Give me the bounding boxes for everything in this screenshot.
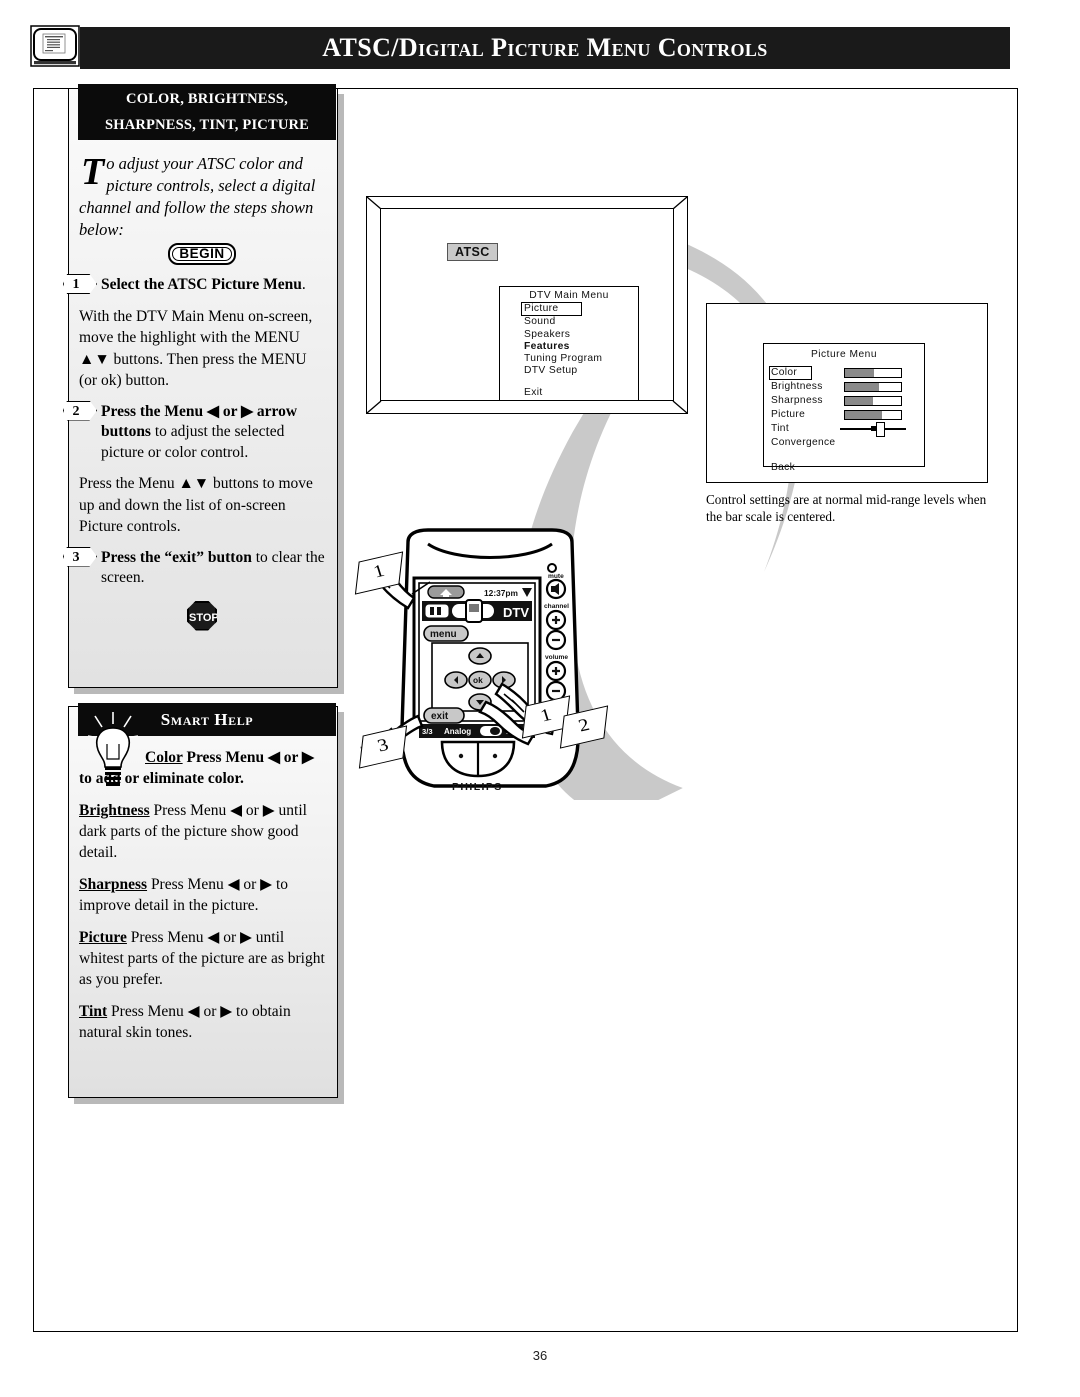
dtv-menu-item-sound[interactable]: Sound bbox=[524, 316, 638, 328]
picture-menu-label-picture: Picture bbox=[771, 409, 806, 420]
tv-screen: ATSC DTV Main Menu Picture Sound Speaker… bbox=[380, 208, 674, 401]
step-2-paragraph: Press the Menu ▲▼ buttons to move up and… bbox=[79, 475, 313, 535]
picture-menu-row-picture[interactable]: Picture bbox=[764, 408, 924, 422]
picture-menu-row-color[interactable]: Color bbox=[764, 366, 924, 380]
begin-badge-row: BEGIN bbox=[79, 243, 325, 265]
procedure-step-1: 1 Select the ATSC Picture Menu. With the… bbox=[63, 274, 325, 392]
picture-menu-row-tint[interactable]: Tint bbox=[764, 422, 924, 437]
remote-lcd-page: 3/3 bbox=[422, 727, 433, 736]
stop-badge: STOP bbox=[187, 600, 217, 631]
stop-badge-row: STOP bbox=[79, 600, 325, 631]
picture-menu-row-convergence[interactable]: Convergence bbox=[764, 436, 924, 450]
step-1-paragraph: With the DTV Main Menu on-screen, move t… bbox=[79, 307, 313, 390]
remote-ok-label: ok bbox=[473, 675, 483, 685]
begin-badge: BEGIN bbox=[168, 243, 236, 265]
help-term-brightness: Brightness bbox=[79, 802, 150, 819]
manual-page: ATSC/Digital Picture Menu Controls To ad… bbox=[0, 0, 1080, 1397]
remote-lcd-time: 12:37pm bbox=[484, 588, 518, 598]
step-1-rest: . bbox=[301, 276, 306, 293]
procedure-heading: COLOR, BRIGHTNESS, SHARPNESS, TINT, PICT… bbox=[78, 84, 336, 140]
procedure-step-2: 2 Press the Menu ◀ or ▶ arrow buttons to… bbox=[63, 400, 325, 538]
procedure-intro-text: o adjust your ATSC color and picture con… bbox=[79, 154, 316, 239]
remote-menu-label: menu bbox=[430, 629, 457, 640]
procedure-step-3: 3 Press the “exit” button to clear the s… bbox=[63, 546, 325, 589]
page-number: 36 bbox=[532, 1348, 548, 1363]
picture-menu-title: Picture Menu bbox=[810, 349, 878, 360]
smart-help-item-picture: Picture Press Menu ◀ or ▶ until whitest … bbox=[79, 927, 327, 990]
picture-menu-label-convergence: Convergence bbox=[771, 437, 836, 448]
picture-menu-panel: Picture Menu Color Brightness Sharpness … bbox=[706, 303, 988, 483]
picture-menu: Picture Menu Color Brightness Sharpness … bbox=[763, 343, 925, 473]
page-header: ATSC/Digital Picture Menu Controls bbox=[80, 27, 1014, 73]
step-1-bold: Select the ATSC Picture Menu bbox=[101, 276, 302, 293]
picture-menu-row-sharpness[interactable]: Sharpness bbox=[764, 394, 924, 408]
procedure-box: To adjust your ATSC color and picture co… bbox=[63, 88, 338, 688]
help-term-tint: Tint bbox=[79, 1003, 108, 1020]
procedure-heading-line2: SHARPNESS, TINT, PICTURE bbox=[104, 117, 310, 133]
help-text-tint: Press Menu ◀ or ▶ to obtain natural skin… bbox=[79, 1003, 291, 1041]
help-term-sharpness: Sharpness bbox=[79, 876, 148, 893]
step-text-2: Press the Menu ◀ or ▶ arrow buttons to a… bbox=[79, 402, 325, 464]
remote-volume-label: volume bbox=[545, 654, 568, 661]
dtv-main-menu: DTV Main Menu Picture Sound Speakers Fea… bbox=[499, 286, 639, 401]
remote-lcd-analog: Analog bbox=[444, 727, 471, 736]
smart-help-item-brightness: Brightness Press Menu ◀ or ▶ until dark … bbox=[79, 800, 327, 863]
tint-slider-knob[interactable] bbox=[876, 422, 885, 437]
dtv-menu-item-exit[interactable]: Exit bbox=[500, 378, 638, 398]
drop-cap: T bbox=[81, 151, 105, 193]
procedure-heading-line1: COLOR, BRIGHTNESS, bbox=[126, 91, 288, 107]
help-term-color: Color bbox=[145, 749, 183, 766]
step-text-1: Select the ATSC Picture Menu. bbox=[79, 275, 325, 296]
smart-help-item-tint: Tint Press Menu ◀ or ▶ to obtain natural… bbox=[79, 1001, 327, 1043]
tv-menu-icon bbox=[30, 25, 80, 67]
dtv-menu-item-features[interactable]: Features bbox=[524, 341, 638, 353]
dtv-menu-item-tuning-program[interactable]: Tuning Program bbox=[524, 353, 638, 365]
dtv-menu-item-dtv-setup[interactable]: DTV Setup bbox=[524, 365, 638, 377]
picture-menu-caption: Control settings are at normal mid-range… bbox=[706, 492, 987, 524]
picture-menu-label-brightness: Brightness bbox=[771, 381, 823, 392]
step-text-3: Press the “exit” button to clear the scr… bbox=[79, 548, 325, 589]
help-term-picture: Picture bbox=[79, 929, 127, 946]
remote-exit-label: exit bbox=[431, 711, 449, 722]
remote-led bbox=[547, 563, 557, 573]
picture-menu-label-tint: Tint bbox=[771, 423, 790, 434]
procedure-intro: To adjust your ATSC color and picture co… bbox=[79, 153, 325, 241]
picture-menu-bar-color[interactable] bbox=[844, 368, 902, 378]
picture-menu-bar-brightness[interactable] bbox=[844, 382, 902, 392]
remote-lcd-mode: DTV bbox=[503, 605, 529, 620]
picture-menu-back[interactable]: Back bbox=[764, 450, 924, 473]
picture-menu-label-color: Color bbox=[769, 366, 813, 380]
lightbulb-icon bbox=[87, 712, 139, 786]
smart-help-item-sharpness: Sharpness Press Menu ◀ or ▶ to improve d… bbox=[79, 874, 327, 916]
atsc-badge: ATSC bbox=[447, 243, 498, 261]
remote-brand: PHILIPS bbox=[452, 781, 503, 793]
step-3-bold: Press the “exit” button bbox=[101, 548, 252, 566]
dtv-menu-item-picture[interactable]: Picture bbox=[521, 302, 582, 317]
picture-menu-label-sharpness: Sharpness bbox=[771, 395, 823, 406]
picture-menu-bar-sharpness[interactable] bbox=[844, 396, 902, 406]
page-title: ATSC/Digital Picture Menu Controls bbox=[322, 33, 768, 62]
picture-menu-row-brightness[interactable]: Brightness bbox=[764, 380, 924, 394]
tv-illustration: ATSC DTV Main Menu Picture Sound Speaker… bbox=[366, 196, 688, 414]
picture-menu-slider-tint[interactable] bbox=[840, 422, 906, 437]
picture-menu-bar-picture[interactable] bbox=[844, 410, 902, 420]
dtv-menu-list: Picture Sound Speakers Features Tuning P… bbox=[500, 302, 638, 378]
remote-channel-label: channel bbox=[544, 603, 569, 610]
dtv-menu-item-speakers[interactable]: Speakers bbox=[524, 329, 638, 341]
smart-help-title: Smart Help bbox=[160, 709, 254, 729]
dtv-menu-title: DTV Main Menu bbox=[529, 290, 609, 301]
